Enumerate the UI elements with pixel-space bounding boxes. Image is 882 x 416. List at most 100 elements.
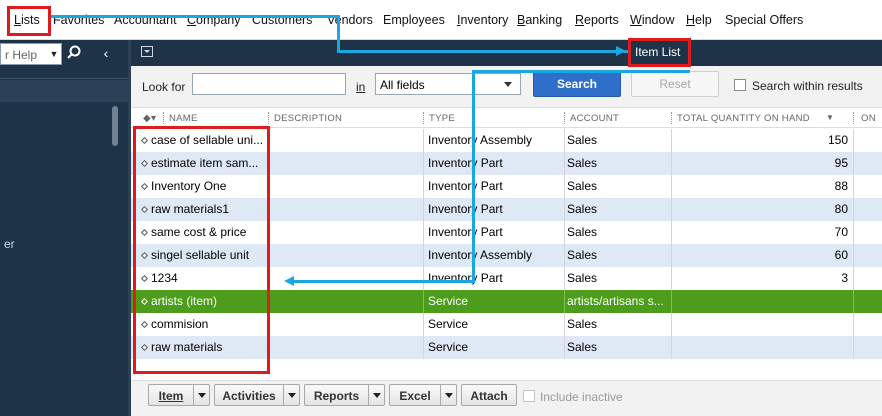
lists-menu-highlight	[7, 6, 51, 36]
cell-account: Sales	[567, 156, 598, 170]
look-for-label: Look for	[142, 80, 186, 94]
cell-separator	[853, 313, 854, 336]
cell-separator	[423, 129, 424, 152]
cell-separator	[853, 290, 854, 313]
cell-type: Inventory Part	[428, 179, 503, 193]
chevron-down-icon[interactable]: ▼	[46, 43, 62, 65]
cell-separator	[671, 244, 672, 267]
column-separator[interactable]	[268, 112, 269, 124]
cell-separator	[564, 336, 565, 359]
column-separator[interactable]	[163, 112, 164, 124]
column-separator[interactable]	[671, 112, 672, 124]
cell-separator	[423, 267, 424, 290]
cell-type: Service	[428, 294, 469, 308]
left-scrollbar[interactable]	[112, 106, 118, 146]
left-section-header	[0, 80, 128, 102]
menu-banking[interactable]: Banking	[517, 13, 562, 27]
search-button[interactable]: Search	[533, 71, 621, 97]
cell-separator	[564, 221, 565, 244]
cell-separator	[671, 221, 672, 244]
reports-button-label: Reports	[313, 389, 360, 403]
table-header: ◆▾ NAME DESCRIPTION TYPE ACCOUNT TOTAL Q…	[131, 108, 882, 128]
activities-button-label: Activities	[222, 389, 276, 403]
left-icon-bar: r Help ▼ ‹ er	[0, 40, 128, 416]
column-separator[interactable]	[853, 112, 854, 124]
attach-button[interactable]: Attach	[461, 384, 517, 406]
cell-type: Inventory Assembly	[428, 133, 533, 147]
cell-separator	[671, 152, 672, 175]
column-header-account[interactable]: ACCOUNT	[570, 113, 619, 124]
chevron-down-icon[interactable]	[283, 385, 299, 405]
cell-separator	[564, 267, 565, 290]
cell-separator	[853, 336, 854, 359]
cell-separator	[423, 198, 424, 221]
column-separator[interactable]	[423, 112, 424, 124]
cell-type: Inventory Part	[428, 202, 503, 216]
cell-separator	[853, 267, 854, 290]
cell-separator	[853, 198, 854, 221]
item-menu-button[interactable]: Item	[148, 384, 210, 406]
cell-total-quantity: 3	[841, 271, 848, 285]
arrow-line	[472, 70, 690, 73]
cell-account: Sales	[567, 179, 598, 193]
menu-inventory[interactable]: Inventory	[457, 13, 508, 27]
cell-total-quantity: 150	[827, 133, 848, 147]
search-icon[interactable]	[66, 45, 86, 63]
arrow-line	[472, 70, 475, 283]
cell-total-quantity: 70	[834, 225, 848, 239]
arrow-head-icon	[284, 276, 294, 286]
menu-reports[interactable]: Reports	[575, 13, 619, 27]
excel-menu-button[interactable]: Excel	[389, 384, 457, 406]
cell-type: Service	[428, 317, 469, 331]
cell-separator	[423, 290, 424, 313]
cell-separator	[564, 244, 565, 267]
sort-diamond-icon[interactable]: ◆▾	[143, 113, 156, 124]
include-inactive-checkbox[interactable]	[523, 390, 535, 402]
menu-bar: Lists Favorites Accountant Company Custo…	[0, 0, 882, 40]
collapse-left-icon[interactable]: ‹	[96, 45, 116, 63]
menu-special-offers[interactable]: Special Offers	[725, 13, 803, 27]
left-panel-text: er	[4, 237, 15, 251]
column-separator[interactable]	[564, 112, 565, 124]
bottom-button-bar: Item Activities Reports Excel Attach Inc…	[131, 380, 882, 416]
item-list-title-highlight	[628, 38, 691, 67]
activities-menu-button[interactable]: Activities	[214, 384, 300, 406]
in-label: in	[356, 80, 366, 94]
reports-menu-button[interactable]: Reports	[304, 384, 385, 406]
help-search-text: r Help	[5, 48, 38, 62]
cell-separator	[671, 336, 672, 359]
chevron-down-icon[interactable]	[368, 385, 384, 405]
menu-help[interactable]: Help	[686, 13, 712, 27]
look-for-input[interactable]	[192, 73, 346, 95]
arrow-line	[51, 15, 339, 18]
window-menu-icon[interactable]	[141, 46, 153, 57]
menu-window[interactable]: Window	[630, 13, 674, 27]
column-header-type[interactable]: TYPE	[429, 113, 455, 124]
cell-separator	[564, 290, 565, 313]
column-header-on[interactable]: ON	[861, 113, 876, 124]
cell-account: Sales	[567, 225, 598, 239]
cell-separator	[671, 198, 672, 221]
cell-separator	[671, 313, 672, 336]
cell-separator	[564, 175, 565, 198]
cell-separator	[853, 129, 854, 152]
cell-type: Inventory Part	[428, 225, 503, 239]
reset-button[interactable]: Reset	[631, 71, 719, 97]
chevron-down-icon[interactable]	[440, 385, 456, 405]
cell-total-quantity: 60	[834, 248, 848, 262]
field-select[interactable]: All fields	[375, 73, 521, 95]
column-header-total-quantity[interactable]: TOTAL QUANTITY ON HAND	[677, 113, 810, 124]
chevron-down-icon[interactable]	[193, 385, 209, 405]
cell-separator	[423, 336, 424, 359]
cell-separator	[564, 198, 565, 221]
column-header-description[interactable]: DESCRIPTION	[274, 113, 342, 124]
column-header-name[interactable]: NAME	[169, 113, 198, 124]
cell-account: Sales	[567, 317, 598, 331]
cell-account: Sales	[567, 202, 598, 216]
menu-employees[interactable]: Employees	[383, 13, 445, 27]
cell-separator	[671, 290, 672, 313]
item-button-label: Item	[158, 389, 184, 403]
excel-button-label: Excel	[399, 389, 431, 403]
search-within-checkbox[interactable]	[734, 79, 746, 91]
cell-separator	[564, 313, 565, 336]
